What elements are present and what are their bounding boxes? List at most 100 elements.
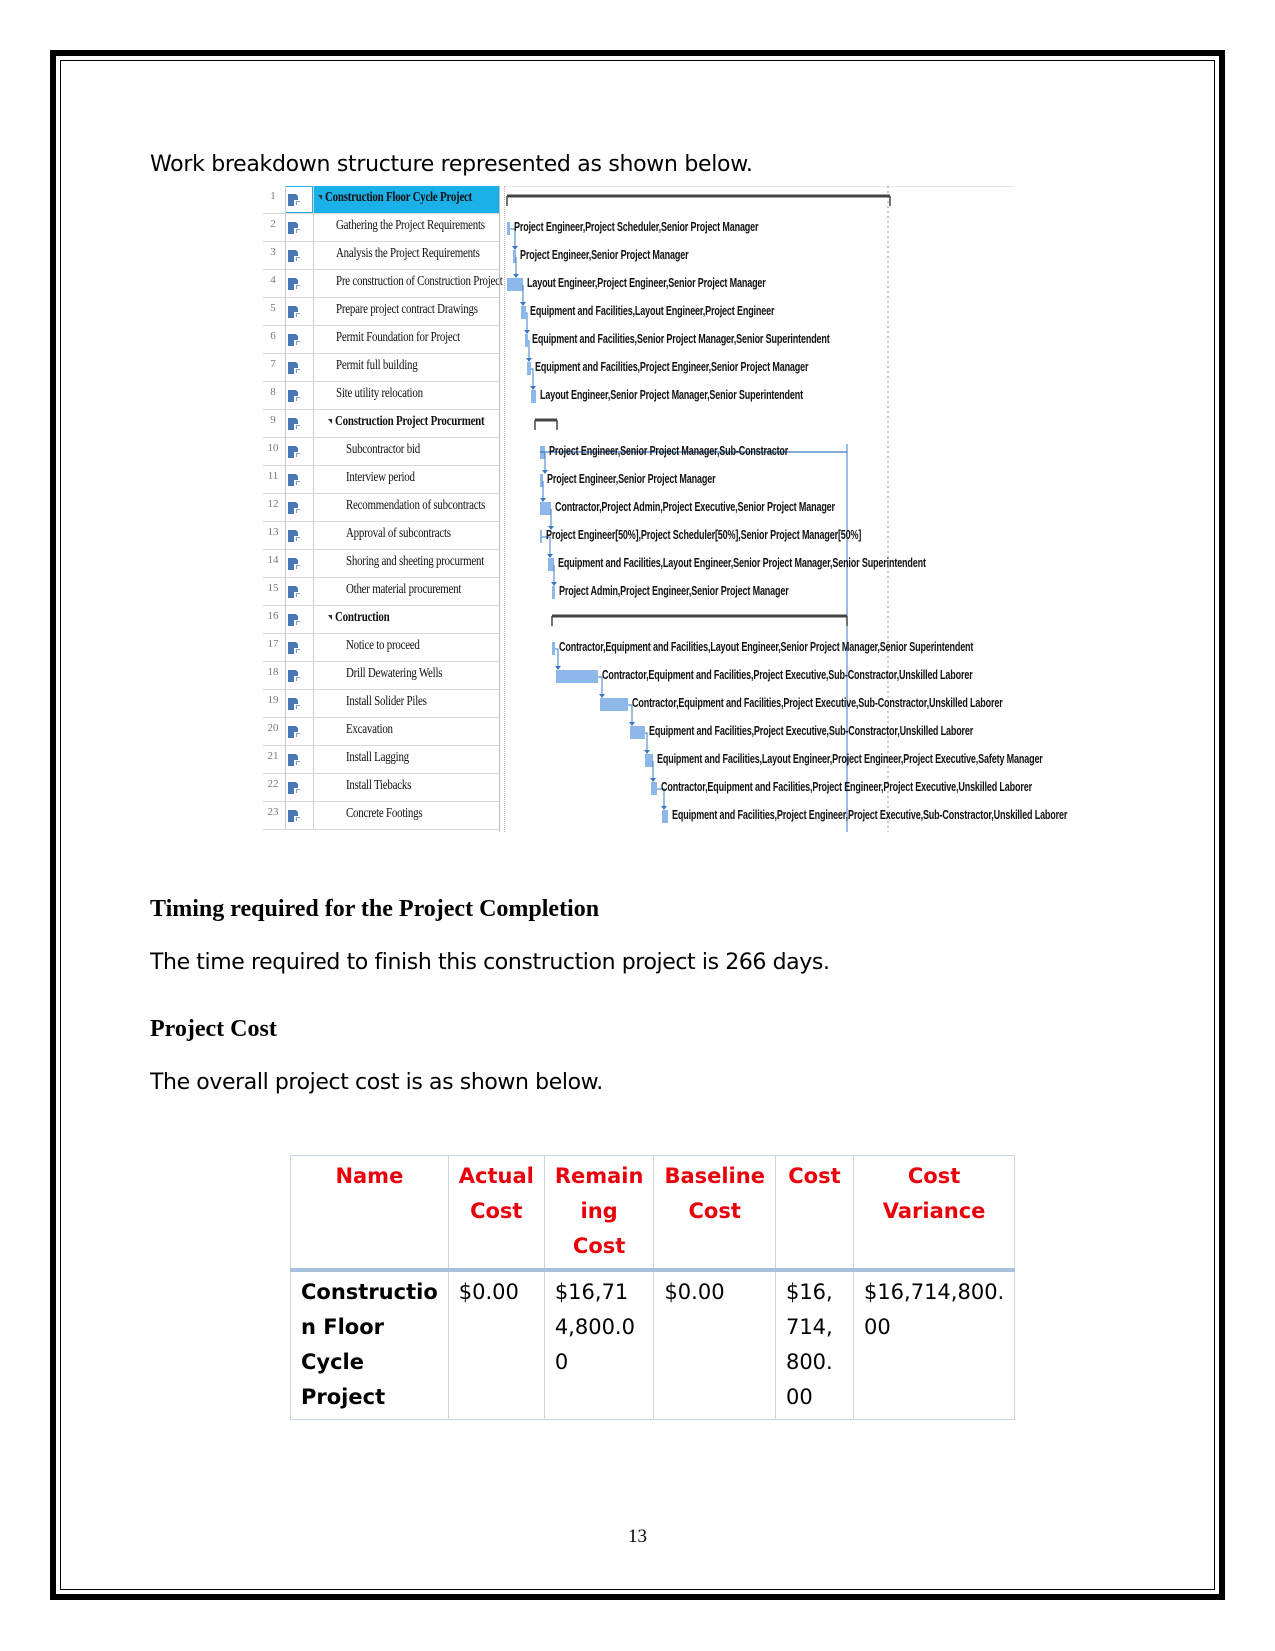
timing-text: The time required to finish this constru… [150,950,830,975]
gantt-task-row[interactable]: 3 Analysis the Project Requirements [263,242,499,270]
task-id: 16 [267,610,279,622]
task-id: 10 [267,442,279,454]
gantt-task-row[interactable]: 1 Construction Floor Cycle Project [263,186,499,214]
auto-scheduled-task-icon [288,417,300,430]
column-divider [313,326,314,353]
column-divider [313,774,314,801]
gantt-task-row[interactable]: 20 Excavation [263,718,499,746]
gantt-task-row[interactable]: 16 Contruction [263,606,499,634]
resource-label: Equipment and Facilities,Layout Engineer… [657,752,1043,766]
task-id: 9 [270,414,276,426]
gantt-task-row[interactable]: 19 Install Solider Piles [263,690,499,718]
auto-scheduled-task-icon [288,305,300,318]
collapse-triangle-icon[interactable] [328,419,332,424]
dependency-arrow [530,386,536,390]
column-divider [285,270,286,297]
gantt-task-row[interactable]: 14 Shoring and sheeting procurment [263,550,499,578]
task-bar [552,586,555,599]
cell-line: 00 [785,1385,813,1409]
gantt-task-row[interactable]: 6 Permit Foundation for Project [263,326,499,354]
column-divider [285,690,286,717]
cost-table: Name Actual Cost Remain ing Cost Baseline Co… [290,1155,1016,1420]
cell-cost-variance: $16,714,800. 00 [852,1269,1016,1420]
task-name: Drill Dewatering Wells [346,666,443,681]
column-divider [285,298,286,325]
column-divider [285,662,286,689]
auto-scheduled-task-icon [288,473,300,486]
dependency-arrow [650,778,656,782]
resource-label: Equipment and Facilities,Project Enginee… [535,360,809,374]
task-name: Permit full building [336,358,418,373]
column-divider [285,774,286,801]
gantt-task-row[interactable]: 15 Other material procurement [263,578,499,606]
dependency-arrow [629,722,635,726]
gantt-task-row[interactable]: 22 Install Tiebacks [263,774,499,802]
cell-line: n Floor [301,1315,385,1339]
gantt-task-row[interactable]: 8 Site utility relocation [263,382,499,410]
auto-scheduled-task-icon [288,277,300,290]
task-name: Install Tiebacks [346,778,412,793]
task-bar [527,362,531,375]
header-line: Variance [882,1199,986,1223]
cell-line: $16, [785,1280,833,1304]
dependency-arrow [524,330,530,334]
column-divider [313,522,314,549]
resource-label: Equipment and Facilities,Layout Engineer… [530,304,775,318]
gantt-task-row[interactable]: 21 Install Lagging [263,746,499,774]
gantt-task-row[interactable]: 9 Construction Project Procurment [263,410,499,438]
cell-line: 800. [785,1350,833,1374]
resource-label: Equipment and Facilities,Senior Project … [532,332,830,346]
header-line: Remain [554,1164,644,1188]
task-bar [651,782,657,795]
column-divider [285,606,286,633]
auto-scheduled-task-icon [288,781,300,794]
column-divider [313,382,314,409]
cost-heading: Project Cost [150,1016,277,1042]
gantt-task-row[interactable]: 13 Approval of subcontracts [263,522,499,550]
header-line: Cost [688,1199,741,1223]
task-name: Install Solider Piles [346,694,427,709]
task-name: Interview period [346,470,415,485]
cell-line: $16,71 [554,1280,629,1304]
column-divider [313,354,314,381]
gantt-task-row[interactable]: 10 Subcontractor bid [263,438,499,466]
dependency-arrow [520,302,526,306]
gantt-task-row[interactable]: 5 Prepare project contract Drawings [263,298,499,326]
gantt-task-row[interactable]: 2 Gathering the Project Requirements [263,214,499,242]
task-name: Approval of subcontracts [346,526,451,541]
column-divider [313,186,314,213]
auto-scheduled-task-icon [288,669,300,682]
column-divider [313,466,314,493]
gantt-task-row[interactable]: 7 Permit full building [263,354,499,382]
cell-line: 4,800.0 [554,1315,635,1339]
header-baseline-cost: Baseline Cost [653,1155,776,1272]
gantt-task-row[interactable]: 12 Recommendation of subcontracts [263,494,499,522]
column-divider [313,662,314,689]
gantt-task-row[interactable]: 11 Interview period [263,466,499,494]
task-id: 2 [270,218,276,230]
column-divider [313,214,314,241]
gantt-task-row[interactable]: 17 Notice to proceed [263,634,499,662]
task-bar [525,334,528,347]
page-number: 13 [628,1526,647,1547]
header-line: Name [335,1164,404,1188]
header-name: Name [290,1155,449,1272]
task-id: 18 [267,666,279,678]
gantt-task-row[interactable]: 18 Drill Dewatering Wells [263,662,499,690]
auto-scheduled-task-icon [288,333,300,346]
cell-line: Cycle [301,1350,364,1374]
gantt-task-row[interactable]: 4 Pre construction of Construction Projec… [263,270,503,298]
resource-label: Layout Engineer,Project Engineer,Senior … [527,276,766,290]
task-id: 19 [267,694,279,706]
dependency-arrow [555,666,561,670]
collapse-triangle-icon[interactable] [328,615,332,620]
cell-cost: $16, 714, 800. 00 [774,1269,854,1420]
auto-scheduled-task-icon [288,389,300,402]
column-divider [285,354,286,381]
column-divider [285,438,286,465]
collapse-triangle-icon[interactable] [318,195,322,200]
gantt-task-row[interactable]: 23 Concrete Footings [263,802,499,830]
auto-scheduled-task-icon [288,809,300,822]
resource-label: Project Engineer,Senior Project Manager [547,472,716,486]
resource-label: Equipment and Facilities,Project Executi… [649,724,974,738]
